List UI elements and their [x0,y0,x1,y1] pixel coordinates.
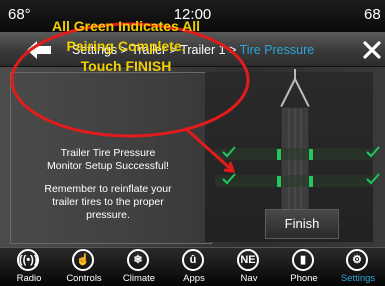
nav-controls[interactable]: ☝ Controls [57,249,111,285]
nav-climate[interactable]: ❄ Climate [112,249,166,285]
callout-text: All Green Indicates All Pairing Complete… [51,18,201,74]
climate-icon: ❄ [127,249,149,271]
nav-nav[interactable]: NE Nav [222,249,276,285]
compass-icon: NE [237,249,259,271]
nav-phone[interactable]: ▮ Phone [277,249,331,285]
nav-apps[interactable]: û Apps [167,249,221,285]
controls-icon: ☝ [72,249,94,271]
nav-settings[interactable]: ⚙ Settings [331,249,385,285]
phone-signal-icon: ▮ [292,249,314,271]
gear-icon: ⚙ [346,249,368,271]
nav-radio[interactable]: ((•)) Radio [2,249,56,285]
apps-icon: û [182,249,204,271]
radio-icon: ((•)) [17,249,39,271]
